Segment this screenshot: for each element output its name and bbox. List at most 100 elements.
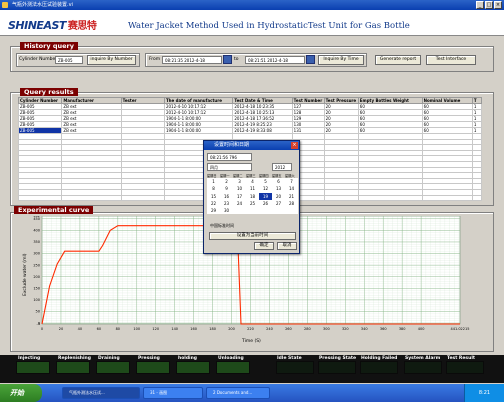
table-cell	[17, 194, 63, 202]
y-tick-label: 200	[33, 275, 40, 279]
status-indicator	[404, 361, 442, 374]
set-now-button[interactable]: 设置为当前时间	[209, 232, 296, 240]
x-tick-label: 80	[116, 327, 120, 331]
y-tick-label: 50	[36, 310, 40, 314]
calendar-day[interactable]: 4	[246, 178, 259, 185]
cancel-button[interactable]: 取消	[277, 242, 297, 250]
calendar-day[interactable]: 22	[207, 200, 220, 207]
y-axis-label: Exclude water (ml)	[22, 253, 28, 296]
status-indicator	[446, 361, 484, 374]
brand-logo: SHINEAST 赛思特	[8, 19, 97, 32]
x-tick-label: 320	[342, 327, 349, 331]
y-tick-label: 100	[33, 298, 40, 302]
y-tick-label: -4	[37, 322, 41, 326]
x-tick-labels: 0 20 40 60 80 100 120 140 160 180 200 220 240 260 280 3…	[41, 327, 470, 331]
x-tick-label: 220	[247, 327, 254, 331]
calendar-day[interactable]: 18	[246, 193, 259, 200]
from-time-input[interactable]: 08:21:35 2012-4-18	[162, 56, 222, 64]
month-select[interactable]: 四月	[207, 163, 252, 171]
calendar-day[interactable]: 24	[233, 200, 246, 207]
x-tick-label: 180	[209, 327, 216, 331]
to-label: to	[234, 57, 239, 62]
inquire-by-time-button[interactable]: Inquire By Time	[318, 55, 364, 65]
col-header[interactable]: Test Pressure	[323, 97, 359, 104]
calendar-day[interactable]: 28	[285, 200, 298, 207]
window-controls: _ □ ×	[476, 1, 502, 9]
close-icon[interactable]: ×	[494, 1, 502, 9]
y-tick-label: 400	[33, 229, 40, 233]
calendar-day[interactable]: 19	[259, 192, 272, 200]
x-tick-label: 0	[41, 327, 43, 331]
app-header: SHINEAST 赛思特 Water Jacket Method Used in …	[0, 10, 504, 36]
col-header[interactable]: Test Number	[291, 97, 325, 104]
query-results-label: Query results	[20, 88, 78, 96]
table-cell	[421, 194, 473, 202]
y-tick-labels: 462450400350300250200150100500-4	[33, 216, 40, 326]
calendar-day[interactable]: 11	[246, 185, 259, 192]
taskbar-item[interactable]: 2 Documents and...	[206, 387, 270, 399]
test-interface-button[interactable]: Test Interface	[426, 55, 476, 65]
from-calendar-icon[interactable]	[223, 55, 232, 64]
calendar-day[interactable]: 29	[207, 207, 220, 214]
window-title: 气瓶外测法水压试验装置.vi	[12, 2, 73, 8]
x-tick-label: 20	[59, 327, 63, 331]
x-tick-label: 240	[266, 327, 273, 331]
calendar-day[interactable]: 15	[207, 193, 220, 200]
dialog-close-icon[interactable]: ×	[291, 142, 298, 149]
x-tick-label: 140	[171, 327, 178, 331]
history-query-label: History query	[20, 42, 78, 50]
y-tick-label: 300	[33, 252, 40, 256]
status-indicator	[16, 361, 50, 374]
generate-report-button[interactable]: Generate report	[375, 55, 421, 65]
calendar-day[interactable]: 9	[220, 185, 233, 192]
datetime-dialog: 设置时间和日期 × 08:21:56 796 四月 2012 星期日 星期一 星期二…	[203, 140, 300, 254]
table-cell	[357, 194, 423, 202]
calendar-day[interactable]: 25	[246, 200, 259, 207]
status-indicator	[318, 361, 356, 374]
calendar-day[interactable]: 20	[272, 193, 285, 200]
calendar: 星期日 星期一 星期二 星期三 星期四 星期五 星期六 1 2 3 4 5 6 7 8 9 10 11 12 13 1…	[207, 173, 298, 215]
calendar-day[interactable]: 6	[272, 178, 285, 185]
maximize-icon[interactable]: □	[485, 1, 493, 9]
calendar-day[interactable]: 3	[233, 178, 246, 185]
calendar-day[interactable]: 10	[233, 185, 246, 192]
app-icon	[2, 2, 8, 8]
calendar-day[interactable]: 7	[285, 178, 298, 185]
calendar-day[interactable]: 27	[272, 200, 285, 207]
y-tick-label: 450	[33, 217, 40, 221]
page-title: Water Jacket Method Used in HydrostaticT…	[128, 21, 410, 31]
start-button[interactable]: 开始	[0, 384, 42, 402]
table-cell	[471, 194, 483, 202]
dialog-time-input[interactable]: 08:21:56 796	[207, 153, 252, 161]
calendar-day[interactable]: 16	[220, 193, 233, 200]
calendar-day[interactable]: 21	[285, 193, 298, 200]
calendar-day[interactable]: 12	[259, 185, 272, 192]
to-time-input[interactable]: 08:21:51 2012-4-18	[245, 56, 305, 64]
x-tick-label: 100	[133, 327, 140, 331]
calendar-day[interactable]: 26	[259, 200, 272, 207]
calendar-day[interactable]: 30	[220, 207, 233, 214]
taskbar-item[interactable]: 31 - 画图	[143, 387, 203, 399]
calendar-day[interactable]: 2	[220, 178, 233, 185]
year-input[interactable]: 2012	[272, 163, 292, 171]
cylinder-number-label: Cylinder Number	[19, 57, 58, 62]
calendar-day[interactable]: 14	[285, 185, 298, 192]
cylinder-number-input[interactable]: ZB-005	[55, 56, 83, 64]
x-tick-label: 280	[304, 327, 311, 331]
status-indicator	[56, 361, 90, 374]
x-tick-label: 441.02215	[451, 327, 470, 331]
ok-button[interactable]: 确定	[254, 242, 274, 250]
calendar-day[interactable]: 13	[272, 185, 285, 192]
calendar-day[interactable]: 5	[259, 178, 272, 185]
calendar-day[interactable]: 8	[207, 185, 220, 192]
status-indicator	[136, 361, 170, 374]
minimize-icon[interactable]: _	[476, 1, 484, 9]
calendar-day[interactable]: 17	[233, 193, 246, 200]
calendar-day[interactable]: 23	[220, 200, 233, 207]
taskbar-item[interactable]: 气瓶外测法水压试...	[62, 387, 140, 399]
col-header[interactable]: Cylinder Number	[17, 97, 63, 104]
to-calendar-icon[interactable]	[306, 55, 315, 64]
inquire-by-number-button[interactable]: inquire By Number	[87, 55, 136, 65]
calendar-day[interactable]: 1	[207, 178, 220, 185]
from-label: From	[149, 57, 161, 62]
